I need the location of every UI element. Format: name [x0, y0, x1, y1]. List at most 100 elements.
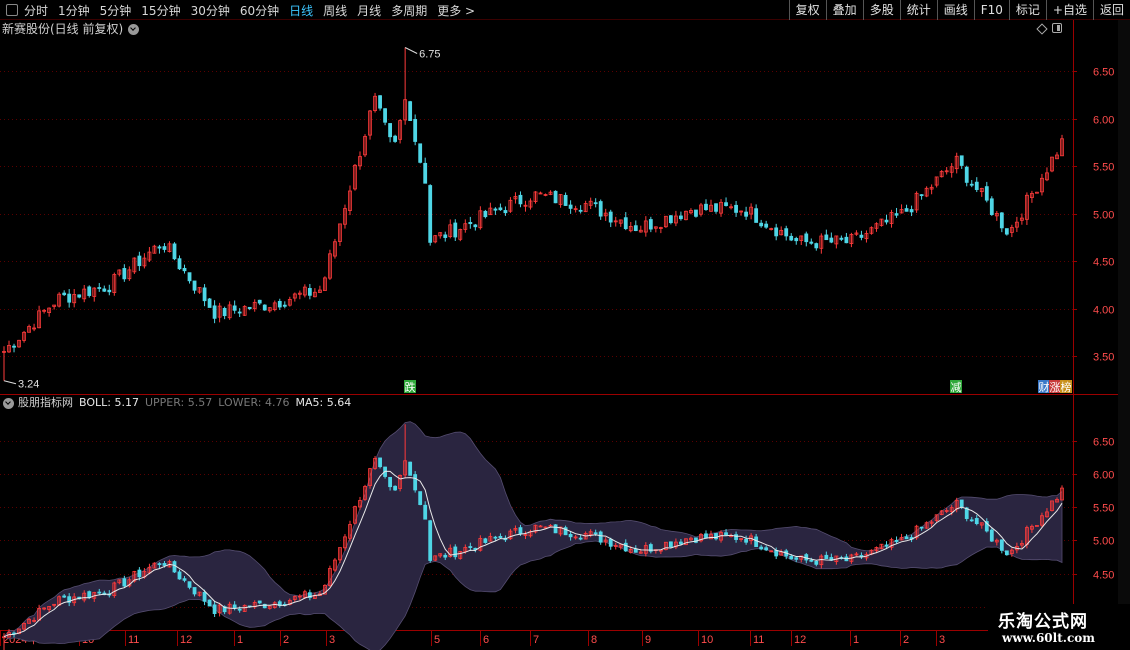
x-axis-label: 11 [128, 634, 139, 646]
indicator-candle-body [413, 474, 418, 491]
indicator-candle-body [157, 563, 162, 566]
x-axis-label: 3 [329, 634, 335, 646]
indicator-candle-body [187, 581, 192, 588]
price-candle-body [909, 209, 914, 213]
price-candle-body [443, 234, 448, 238]
x-axis-label: 7 [533, 634, 539, 646]
x-axis-label: 1 [237, 634, 243, 646]
price-candle-body [759, 222, 764, 227]
price-candle-body [207, 298, 212, 308]
price-candle-body [608, 211, 613, 223]
right-side-strip [1118, 20, 1130, 630]
watermark-title: 乐淘公式网 [998, 612, 1088, 632]
price-candle-body [904, 208, 909, 212]
indicator-candle-body [162, 563, 167, 566]
price-candle-body [202, 287, 207, 302]
price-candle-body [262, 304, 267, 311]
price-candle-body [62, 292, 67, 296]
indicator-candle-body [443, 554, 448, 558]
window-icon[interactable] [1052, 23, 1062, 33]
price-candle-body [518, 194, 523, 205]
high-pointer [404, 47, 418, 54]
indicator-candle-body [904, 536, 909, 540]
price-candle-body [563, 194, 568, 206]
indicator-candle-body [483, 538, 488, 543]
price-candle-body [413, 119, 418, 142]
indicator-title[interactable]: 股朋指标网 [18, 396, 73, 410]
indicator-candle-body [202, 591, 207, 602]
price-candle-body [172, 243, 177, 260]
indicator-candle-body [679, 541, 683, 545]
indicator-candle-body [999, 539, 1004, 551]
event-marker-label: 财 [1039, 380, 1050, 394]
price-candle-body [824, 234, 829, 241]
indicator-candle-body [774, 549, 779, 557]
price-candle-body [408, 101, 413, 121]
chevron-down-icon[interactable] [128, 23, 140, 35]
price-tick-label: 4.00 [1093, 305, 1114, 317]
price-candle-body [257, 299, 262, 304]
price-tick-label: 6.00 [1093, 115, 1114, 127]
price-candle-body [794, 238, 799, 242]
indicator-candle-body [623, 542, 628, 552]
indicator-candle-body [237, 608, 242, 611]
price-candle-body [989, 198, 994, 215]
indicator-tick-label: 5.50 [1093, 503, 1114, 515]
price-candle-body [483, 210, 488, 218]
price-candle-body [378, 95, 382, 109]
indicator-candle-body [989, 529, 994, 542]
indicator-candle-body [177, 571, 182, 580]
indicator-candle-body [724, 532, 728, 536]
watermark: 乐淘公式网 www.60lt.com [988, 604, 1130, 650]
indicator-candle-body [137, 569, 142, 578]
indicator-candle-body [182, 578, 187, 581]
price-candle-body [859, 234, 864, 238]
price-candle-body [694, 209, 698, 217]
price-candle-body [593, 202, 598, 205]
price-candle-body [668, 215, 673, 224]
boll-value: BOLL: 5.17 [79, 396, 139, 409]
price-candle-body [969, 183, 974, 186]
x-axis-label: 6 [483, 634, 489, 646]
price-candle-body [553, 190, 558, 204]
indicator-candle-body [809, 559, 814, 562]
price-tick-label: 6.50 [1093, 67, 1114, 79]
chevron-down-icon[interactable] [3, 397, 14, 409]
indicator-candle-body [824, 554, 829, 559]
x-axis-label: 12 [794, 634, 806, 646]
indicator-candle-body [959, 499, 964, 508]
price-candle-body [804, 233, 809, 243]
stock-title[interactable]: 新赛股份(日线 前复权) [2, 21, 123, 37]
price-candle-body [774, 227, 779, 237]
price-candle-body [648, 219, 653, 230]
indicator-candle-body [257, 600, 262, 604]
price-candle-body [87, 286, 92, 296]
indicator-candle-body [568, 534, 573, 538]
indicator-candle-body [468, 546, 473, 548]
indicator-candle-body [704, 533, 708, 539]
x-axis-label: 11 [753, 634, 764, 646]
event-marker-label: 减 [951, 381, 962, 394]
indicator-tick-label: 6.00 [1093, 470, 1114, 482]
price-candle-body [157, 246, 162, 249]
price-candle-body [383, 108, 387, 123]
price-candle-body [959, 155, 964, 166]
indicator-candle-body [894, 539, 899, 542]
indicator-candle-body [453, 546, 458, 558]
price-candle-body [162, 246, 167, 250]
price-candle-body [974, 181, 979, 190]
indicator-candle-body [598, 531, 603, 543]
indicator-candle-body [192, 587, 197, 595]
x-axis-label: 12 [180, 634, 192, 646]
price-candle-body [679, 215, 683, 220]
price-candle-body [67, 293, 72, 303]
price-pane-header: 新赛股份(日线 前复权) [2, 21, 140, 37]
chart-canvas[interactable]: 6.50 6.00 5.50 5.00 4.50 4.00 3.50 6.50 6.00 5.50… [0, 0, 1130, 650]
price-candle-body [829, 237, 834, 243]
diamond-icon[interactable] [1036, 23, 1048, 35]
price-tick-label: 3.50 [1093, 352, 1114, 364]
x-axis-label: 1 [853, 634, 859, 646]
indicator-candle-body [207, 599, 212, 607]
price-candle-body [498, 207, 503, 211]
watermark-url: www.60lt.com [1002, 631, 1095, 645]
